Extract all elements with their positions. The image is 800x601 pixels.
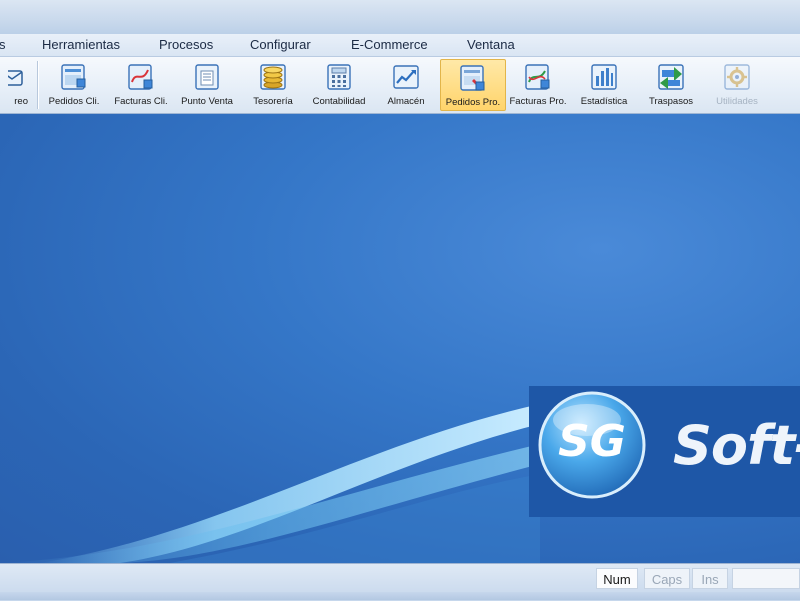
toolbar-label: Facturas Pro. <box>509 96 567 107</box>
toolbar-button-traspasos[interactable]: Traspasos <box>638 59 704 111</box>
menu-item-partial[interactable]: s <box>0 37 8 52</box>
title-bar <box>0 0 800 35</box>
toolbar-button-pedidos-cli[interactable]: Pedidos Cli. <box>41 59 107 111</box>
menu-configurar[interactable]: Configurar <box>248 37 313 52</box>
toolbar-label: Facturas Cli. <box>114 96 168 107</box>
toolbar-button-contabilidad[interactable]: Contabilidad <box>306 59 372 111</box>
toolbar-button-punto-venta[interactable]: Punto Venta <box>174 59 240 111</box>
toolbar-label: Tesorería <box>253 96 293 107</box>
point-of-sale-icon <box>195 64 219 90</box>
brand-monogram: SG <box>558 416 626 467</box>
toolbar-separator <box>37 61 38 109</box>
utilities-gear-icon <box>724 64 750 90</box>
supplier-invoices-icon <box>525 64 550 90</box>
brand-logo-panel: SG Soft- <box>529 386 800 517</box>
desktop-area: SG Soft- <box>0 114 800 563</box>
supplier-orders-icon <box>460 65 485 91</box>
toolbar-label: reo <box>14 96 28 107</box>
toolbar-button-utilidades[interactable]: Utilidades <box>704 59 770 111</box>
menu-e-commerce[interactable]: E-Commerce <box>349 37 430 52</box>
toolbar-label: Estadística <box>580 96 628 107</box>
customer-invoices-icon <box>128 64 153 90</box>
toolbar-button-almacen[interactable]: Almacén <box>373 59 439 111</box>
status-empty-panel <box>732 568 800 589</box>
menu-ventana[interactable]: Ventana <box>465 37 517 52</box>
toolbar: reo Pedidos Cli. Facturas Cli. Punto Ven… <box>0 57 800 114</box>
warehouse-chart-icon <box>393 65 419 89</box>
toolbar-button-facturas-pro[interactable]: Facturas Pro. <box>505 59 571 111</box>
toolbar-label: Contabilidad <box>312 96 366 107</box>
toolbar-label: Pedidos Cli. <box>48 96 100 107</box>
treasury-coins-icon <box>260 64 286 90</box>
accounting-calculator-icon <box>327 64 351 90</box>
status-ins-indicator: Ins <box>692 568 728 589</box>
toolbar-label: Almacén <box>387 96 425 107</box>
toolbar-button-correo[interactable]: reo <box>0 59 36 111</box>
toolbar-label: Utilidades <box>716 96 758 107</box>
status-caps-indicator: Caps <box>644 568 690 589</box>
menu-herramientas[interactable]: Herramientas <box>40 37 122 52</box>
toolbar-button-estadistica[interactable]: Estadística <box>571 59 637 111</box>
toolbar-button-tesoreria[interactable]: Tesorería <box>240 59 306 111</box>
status-num-indicator: Num <box>596 568 638 589</box>
menu-procesos[interactable]: Procesos <box>157 37 215 52</box>
window-bottom-border <box>0 592 800 600</box>
brand-name: Soft- <box>673 414 800 477</box>
toolbar-label: Punto Venta <box>181 96 233 107</box>
toolbar-button-pedidos-pro[interactable]: Pedidos Pro. <box>440 59 506 111</box>
toolbar-label: Traspasos <box>649 96 693 107</box>
mail-icon <box>8 70 23 86</box>
transfers-icon <box>658 64 684 90</box>
toolbar-button-facturas-cli[interactable]: Facturas Cli. <box>108 59 174 111</box>
menu-bar: s Herramientas Procesos Configurar E-Com… <box>0 34 800 57</box>
toolbar-label: Pedidos Pro. <box>445 97 501 108</box>
statistics-bars-icon <box>591 64 617 90</box>
customer-orders-icon <box>61 64 86 90</box>
